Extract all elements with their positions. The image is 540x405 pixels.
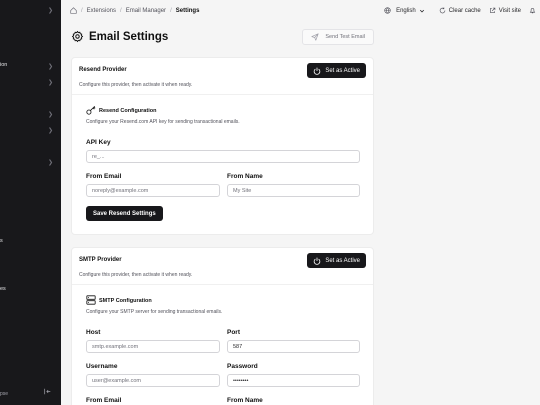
visit-site-link[interactable]: Visit site xyxy=(489,7,521,14)
collapse-sidebar-icon[interactable] xyxy=(44,388,51,395)
page-title: Email Settings xyxy=(89,31,169,43)
bell-icon[interactable] xyxy=(529,7,536,14)
card-divider xyxy=(72,284,373,285)
breadcrumb-separator: / xyxy=(170,7,172,14)
smtp-from-email-label: From Email xyxy=(86,397,122,404)
key-icon xyxy=(86,105,96,115)
save-resend-settings-button[interactable]: Save Resend Settings xyxy=(86,206,163,221)
chevron-right-icon[interactable]: ❯ xyxy=(48,111,53,118)
resend-provider-card: Resend Provider Set as Active Configure … xyxy=(71,57,374,235)
sidebar: ❯ ion ❯ ❯ ❯ ❯ ❯ s es pse xyxy=(0,0,61,405)
smtp-config-description: Configure your SMTP server for sending t… xyxy=(86,309,223,315)
language-label: English xyxy=(396,7,416,14)
host-input[interactable]: smtp.example.com xyxy=(86,340,220,353)
chevron-down-icon xyxy=(419,9,424,12)
port-label: Port xyxy=(227,329,240,336)
username-input[interactable]: user@example.com xyxy=(86,374,220,387)
smtp-from-name-label: From Name xyxy=(227,397,263,404)
breadcrumb-separator: / xyxy=(120,7,122,14)
visit-site-label: Visit site xyxy=(498,7,521,14)
external-link-icon xyxy=(489,7,496,13)
send-icon xyxy=(311,33,319,41)
chevron-right-icon[interactable]: ❯ xyxy=(48,63,53,70)
from-name-label: From Name xyxy=(227,173,263,180)
gear-icon xyxy=(71,30,84,43)
send-test-email-button[interactable]: Send Test Email xyxy=(302,29,374,45)
home-icon[interactable] xyxy=(70,7,77,14)
from-name-input[interactable]: My Site xyxy=(227,184,360,197)
topbar: / Extensions / Email Manager / Settings … xyxy=(61,0,540,21)
sidebar-item-label[interactable]: ion xyxy=(0,62,7,68)
resend-config-description: Configure your Resend.com API key for se… xyxy=(86,119,240,125)
chevron-right-icon[interactable]: ❯ xyxy=(48,79,53,86)
host-label: Host xyxy=(86,329,101,336)
power-icon xyxy=(314,67,321,75)
resend-provider-description: Configure this provider, then activate i… xyxy=(79,82,193,88)
resend-set-active-button[interactable]: Set as Active xyxy=(307,63,366,78)
api-key-label: API Key xyxy=(86,139,111,146)
breadcrumb-separator: / xyxy=(81,7,83,14)
smtp-provider-description: Configure this provider, then activate i… xyxy=(79,272,193,278)
chevron-right-icon[interactable]: ❯ xyxy=(48,127,53,134)
resend-config-title: Resend Configuration xyxy=(99,108,157,114)
set-active-label: Set as Active xyxy=(325,257,360,264)
clear-cache-button[interactable]: Clear cache xyxy=(439,7,481,14)
smtp-set-active-button[interactable]: Set as Active xyxy=(307,253,366,268)
server-icon xyxy=(86,295,96,305)
port-input[interactable]: 587 xyxy=(227,340,360,353)
from-email-input[interactable]: noreply@example.com xyxy=(86,184,220,197)
language-selector[interactable]: English xyxy=(384,7,425,14)
smtp-config-title: SMTP Configuration xyxy=(99,298,152,304)
smtp-provider-card: SMTP Provider Set as Active Configure th… xyxy=(71,247,374,405)
refresh-icon xyxy=(439,7,446,14)
set-active-label: Set as Active xyxy=(325,67,360,74)
resend-provider-title: Resend Provider xyxy=(79,67,127,73)
username-label: Username xyxy=(86,363,118,370)
page-header: Email Settings Send Test Email xyxy=(71,28,374,48)
chevron-right-icon[interactable]: ❯ xyxy=(48,7,53,14)
api-key-input[interactable]: re_... xyxy=(86,150,360,163)
breadcrumb-item[interactable]: Extensions xyxy=(87,8,116,14)
smtp-provider-title: SMTP Provider xyxy=(79,257,122,263)
clear-cache-label: Clear cache xyxy=(448,7,481,14)
topbar-actions: English Clear cache Visit site xyxy=(384,0,536,21)
send-test-label: Send Test Email xyxy=(325,34,365,40)
breadcrumb-item[interactable]: Email Manager xyxy=(126,8,166,14)
sidebar-item-label[interactable]: s xyxy=(0,238,3,244)
from-email-label: From Email xyxy=(86,173,122,180)
password-label: Password xyxy=(227,363,258,370)
password-input[interactable]: •••••••• xyxy=(227,374,360,387)
globe-icon xyxy=(384,7,391,14)
card-divider xyxy=(72,94,373,95)
chevron-right-icon[interactable]: ❯ xyxy=(48,159,53,166)
sidebar-footer-label: pse xyxy=(0,391,9,397)
sidebar-item-label[interactable]: es xyxy=(0,286,6,292)
breadcrumb-current: Settings xyxy=(175,7,200,14)
power-icon xyxy=(314,257,321,265)
